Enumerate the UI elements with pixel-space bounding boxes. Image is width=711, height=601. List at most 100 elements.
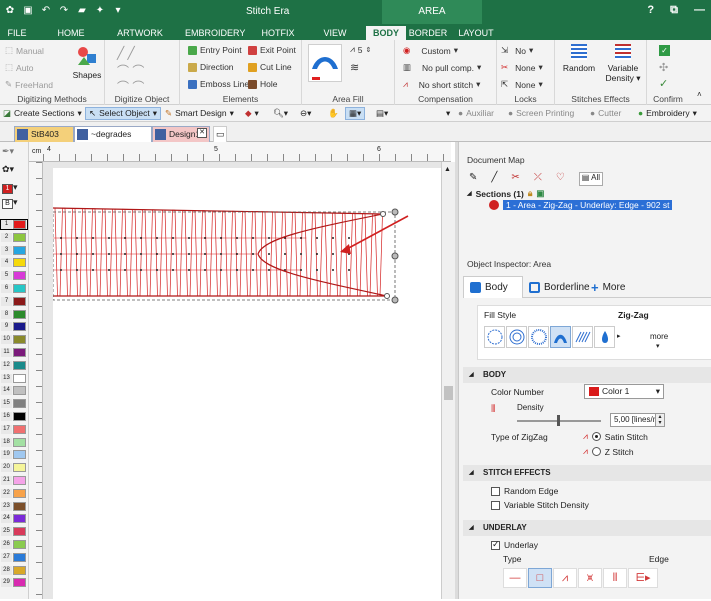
tab-hotfix[interactable]: HOTFIX [256, 26, 300, 40]
short-stitch-dropdown[interactable]: ⩘ No short stitch ▾ [403, 79, 480, 90]
open-icon[interactable]: ▰ [76, 5, 88, 17]
emboss-line-button[interactable]: Emboss Line [188, 79, 249, 89]
doc-tab-degrades[interactable]: ~degrades [74, 126, 152, 142]
section-stitch-effects-header[interactable]: STITCH EFFECTS [463, 465, 711, 481]
lock-middle-dropdown[interactable]: ✂ None ▾ [501, 62, 543, 73]
resize-handle-r[interactable] [391, 252, 399, 260]
tab-layout[interactable]: LAYOUT [456, 26, 496, 40]
vertical-scrollbar[interactable]: ▲ [441, 162, 455, 599]
freehand-button[interactable]: ✎ FreeHand [5, 79, 53, 90]
fill-style-motif[interactable] [528, 326, 549, 348]
fill-density-spinner[interactable]: ⩘ 5 ⇕ [350, 44, 371, 55]
fill-style-zigzag[interactable] [550, 326, 571, 348]
palette-swatch[interactable]: 22 [1, 488, 27, 498]
mode-dropdown-icon[interactable]: ▾ [446, 107, 450, 120]
underlay-more[interactable]: ⋿▸ [628, 568, 658, 588]
pen-tool-icon[interactable]: ✒▾ [2, 146, 14, 157]
shapes-button[interactable]: Shapes [72, 44, 102, 80]
palette-swatch[interactable]: 28 [1, 565, 27, 575]
auxiliar-mode[interactable]: ● Auxiliar [458, 107, 494, 120]
restore-button[interactable]: ⧉ [670, 4, 678, 17]
palette-swatch[interactable]: 14 [1, 386, 27, 396]
palette-swatch[interactable]: 15 [1, 399, 27, 409]
palette-swatch[interactable]: 8 [1, 309, 27, 319]
color-number-dropdown[interactable]: Color 1 ▾ [584, 384, 664, 399]
auto-button[interactable]: ⬚ Auto [5, 62, 34, 73]
density-spinner[interactable]: ▴ ▾ [655, 413, 665, 427]
tab-more[interactable]: + More [591, 276, 625, 298]
cutter-mode[interactable]: ● Cutter [590, 107, 621, 120]
color-select-button[interactable]: 1 ▾ [2, 182, 18, 194]
tab-embroidery[interactable]: EMBROIDERY [185, 26, 245, 40]
needle-filter-icon[interactable]: ⤫ [534, 172, 542, 186]
line-tool-icon[interactable]: ╱ ╱ [117, 46, 135, 60]
scroll-thumb[interactable] [444, 386, 453, 400]
background-color-button[interactable]: B ▾ [2, 197, 18, 209]
palette-swatch[interactable]: 10 [1, 335, 27, 345]
zoom-out-icon[interactable]: ⊖▾ [300, 107, 311, 120]
confirm-pin-icon[interactable]: ✣ [659, 61, 668, 74]
tab-artwork[interactable]: ARTWORK [115, 26, 165, 40]
resize-handle-br[interactable] [391, 296, 399, 304]
fill-style-tatami[interactable] [484, 326, 505, 348]
redo-icon[interactable]: ↷ [58, 5, 70, 17]
all-filter-button[interactable]: ▤ All [578, 172, 604, 186]
minimize-button[interactable]: — [694, 4, 705, 17]
underlay-center-run[interactable]: — [503, 568, 527, 588]
palette-swatch[interactable]: 1 [0, 219, 28, 230]
fill-style-wave[interactable] [572, 326, 593, 348]
manual-button[interactable]: ⬚ Manual [5, 45, 44, 56]
palette-swatch[interactable]: 18 [1, 437, 27, 447]
palette-swatch[interactable]: 24 [1, 514, 27, 524]
entry-point-button[interactable]: Entry Point [188, 45, 242, 55]
palette-swatch[interactable]: 4 [1, 258, 27, 268]
resize-handle-tr[interactable] [391, 208, 399, 216]
cut-line-button[interactable]: Cut Line [248, 62, 292, 72]
design-page[interactable] [52, 168, 441, 599]
tab-border[interactable]: BORDER [408, 26, 448, 40]
lock-start-dropdown[interactable]: ⇲ No ▾ [501, 45, 533, 56]
density-slider-thumb[interactable] [557, 415, 560, 426]
palette-swatch[interactable]: 20 [1, 463, 27, 473]
zoom-icon[interactable]: 🔍︎▾ [273, 107, 288, 120]
undo-icon[interactable]: ↶ [40, 5, 52, 17]
pen-filter-icon[interactable]: ✎ [469, 172, 477, 186]
collapse-ribbon-icon[interactable]: ˄ [697, 90, 702, 99]
palette-swatch[interactable]: 2 [1, 232, 27, 242]
node-bottom-tip[interactable] [384, 293, 390, 299]
palette-swatch[interactable]: 6 [1, 284, 27, 293]
tab-borderline[interactable]: Borderline [529, 276, 590, 298]
satin-stitch-radio[interactable]: ⩘ Satin Stitch [583, 431, 648, 442]
magic-icon[interactable]: ✦ [94, 5, 106, 17]
underlay-edge[interactable]: □ [528, 568, 552, 588]
underlay-zigzag[interactable]: ⩘ [553, 568, 577, 588]
customize-icon[interactable]: ▾ [112, 5, 124, 17]
gallery-scroll-right-icon[interactable]: ▸ [617, 332, 621, 340]
confirm-check-icon[interactable]: ✓ [659, 45, 670, 56]
palette-swatch[interactable]: 26 [1, 540, 27, 549]
close-tab-icon[interactable]: ✕ [197, 128, 207, 138]
palette-swatch[interactable]: 16 [1, 412, 27, 421]
palette-swatch[interactable]: 13 [1, 373, 27, 383]
variable-density-button[interactable]: Variable Density ▾ [601, 44, 645, 84]
tab-body[interactable]: BODY [366, 26, 406, 40]
curve-tool-icon[interactable]: ⌒ ⌒ [117, 62, 144, 79]
node-top-tip[interactable] [380, 211, 386, 217]
section-underlay-header[interactable]: UNDERLAY [463, 520, 711, 536]
palette-swatch[interactable]: 17 [1, 424, 27, 434]
palette-swatch[interactable]: 27 [1, 552, 27, 562]
exit-point-button[interactable]: Exit Point [248, 45, 296, 55]
app-logo-icon[interactable]: ✿ [4, 5, 16, 17]
palette-swatch[interactable]: 25 [1, 527, 27, 537]
new-tab-button[interactable]: ▭ [213, 126, 227, 142]
palette-swatch[interactable]: 23 [1, 501, 27, 511]
screen-printing-mode[interactable]: ● Screen Printing [508, 107, 574, 120]
create-sections-button[interactable]: ◪ Create Sections ▾ [3, 107, 82, 120]
scissors-filter-icon[interactable]: ✂ [511, 172, 519, 186]
random-edge-checkbox[interactable]: Random Edge [491, 486, 558, 496]
embroidery-design[interactable] [52, 168, 441, 599]
tab-body-inspector[interactable]: Body [463, 276, 523, 298]
color-wheel-icon[interactable]: ✿▾ [2, 164, 14, 175]
palette-swatch[interactable]: 11 [1, 348, 27, 357]
pull-comp-dropdown[interactable]: ▥ No pull comp. ▾ [403, 62, 481, 73]
